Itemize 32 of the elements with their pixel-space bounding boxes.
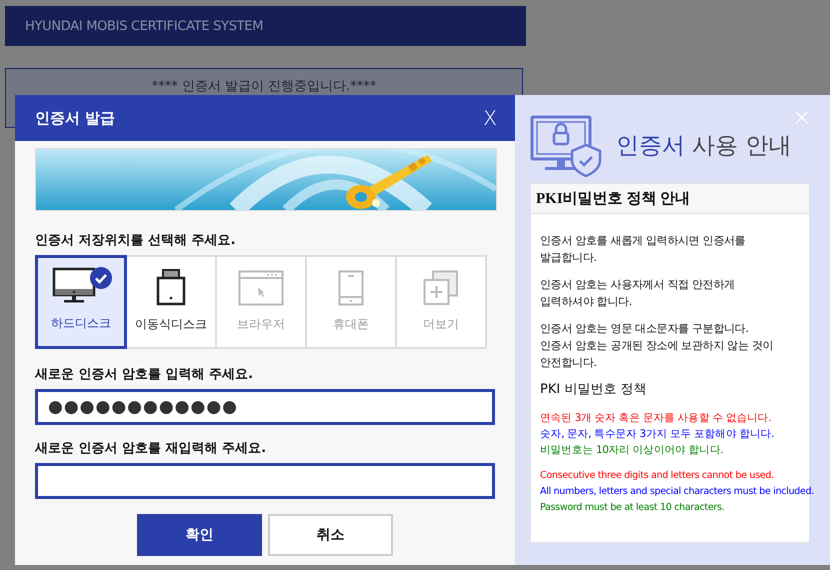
confirm-password-field[interactable] xyxy=(35,463,495,499)
location-label: 인증서 저장위치를 선택해 주세요. xyxy=(35,232,237,249)
browser-window-icon xyxy=(238,270,284,306)
cancel-button[interactable]: 취소 xyxy=(268,514,393,556)
close-button[interactable]: X xyxy=(483,106,497,130)
password-field[interactable]: ●●●●●●●●●●●● xyxy=(35,389,495,425)
guide-paragraph: 인증서 암호를 새롭게 입력하시면 인증서를 발급합니다. xyxy=(540,233,746,266)
password-label: 새로운 인증서 암호를 입력해 주세요. xyxy=(35,366,254,383)
rule-text: All numbers, letters and special characters must be included. xyxy=(540,485,814,499)
storage-option[interactable]: 이동식디스크 xyxy=(125,255,217,349)
usb-drive-icon xyxy=(156,268,186,306)
dialog-title: 인증서 발급 xyxy=(35,108,116,128)
guide-title-accent: 인증서 xyxy=(616,133,685,159)
phone-icon xyxy=(338,270,364,306)
confirm-password-label: 새로운 인증서 암호를 재입력해 주세요. xyxy=(35,440,268,457)
confirm-button[interactable]: 확인 xyxy=(137,514,262,556)
card-title: PKI비밀번호 정책 안내 xyxy=(531,184,809,214)
storage-option[interactable]: 하드디스크 xyxy=(35,255,127,349)
guide-paragraph: 인증서 암호는 영문 대소문자를 구분합니다. 인증서 암호는 공개된 장소에 보관하지 않는 것이 안전합니다. xyxy=(540,321,774,371)
guide-title: 사용 안내 xyxy=(692,133,792,159)
system-title: HYUNDAI MOBIS CERTIFICATE SYSTEM xyxy=(25,18,264,34)
check-icon xyxy=(90,267,112,289)
policy-title: PKI 비밀번호 정책 xyxy=(540,381,646,398)
rule-text: 연속된 3개 숫자 혹은 문자를 사용할 수 없습니다. xyxy=(540,411,772,426)
guide-paragraph: 인증서 암호는 사용자께서 직접 안전하게 입력하셔야 합니다. xyxy=(540,277,735,310)
rule-text: Consecutive three digits and letters cannot be used. xyxy=(540,469,774,483)
secure-monitor-icon xyxy=(530,114,602,176)
rule-text: 비밀번호는 10자리 이상이어야 합니다. xyxy=(540,443,724,458)
rule-text: Password must be at least 10 characters. xyxy=(540,501,724,515)
add-pages-icon xyxy=(423,270,459,306)
status-message: **** 인증서 발급이 진행중입니다.**** xyxy=(152,78,376,96)
rule-text: 숫자, 문자, 특수문자 3가지 모두 포함해야 합니다. xyxy=(540,427,774,442)
